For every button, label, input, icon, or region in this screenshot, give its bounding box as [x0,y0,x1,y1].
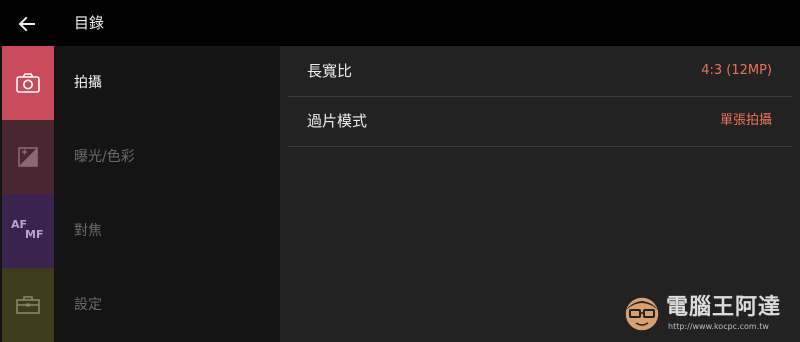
sidebar-icon-tile: AF MF [2,194,54,268]
mascot-face-icon [624,296,660,332]
sidebar-item-label: 對焦 [74,223,102,239]
sidebar-item-settings[interactable]: 設定 [0,268,280,342]
sidebar-item-shooting[interactable]: 拍攝 [0,46,280,120]
watermark-text: 電腦王阿達 [666,295,782,320]
settings-panel: 長寬比 4:3 (12MP) 過片模式 單張拍攝 電腦王阿達 http://ww… [280,46,800,342]
setting-value: 單張拍攝 [719,113,772,128]
watermark-url: http://www.kocpc.com.tw [668,322,769,331]
mf-text: MF [25,228,44,241]
sidebar-item-label: 設定 [74,297,102,313]
sidebar-item-label: 曝光/色彩 [74,149,135,165]
page-title: 目錄 [74,14,105,32]
setting-row-aspect-ratio[interactable]: 長寬比 4:3 (12MP) [288,46,792,97]
sidebar-item-label: 拍攝 [74,75,102,91]
setting-label: 過片模式 [307,112,368,130]
sidebar-icon-tile [2,120,54,194]
camera-icon [16,73,40,93]
setting-row-drive-mode[interactable]: 過片模式 單張拍攝 [288,96,792,147]
back-button[interactable] [14,11,40,37]
top-app-bar: 目錄 [0,0,800,46]
toolbox-icon [16,296,40,314]
af-mf-icon: AF MF [11,218,45,244]
site-watermark: 電腦王阿達 http://www.kocpc.com.tw [622,292,794,338]
category-sidebar: 拍攝 曝光/色彩 AF MF 對焦 設定 [0,46,280,342]
sidebar-icon-tile [2,268,54,342]
setting-label: 長寬比 [307,62,353,80]
exposure-icon [18,147,38,167]
arrow-left-icon [18,16,35,32]
setting-value: 4:3 (12MP) [701,63,772,78]
sidebar-item-focus[interactable]: AF MF 對焦 [0,194,280,268]
sidebar-icon-tile [2,46,54,120]
sidebar-item-exposure-color[interactable]: 曝光/色彩 [0,120,280,194]
